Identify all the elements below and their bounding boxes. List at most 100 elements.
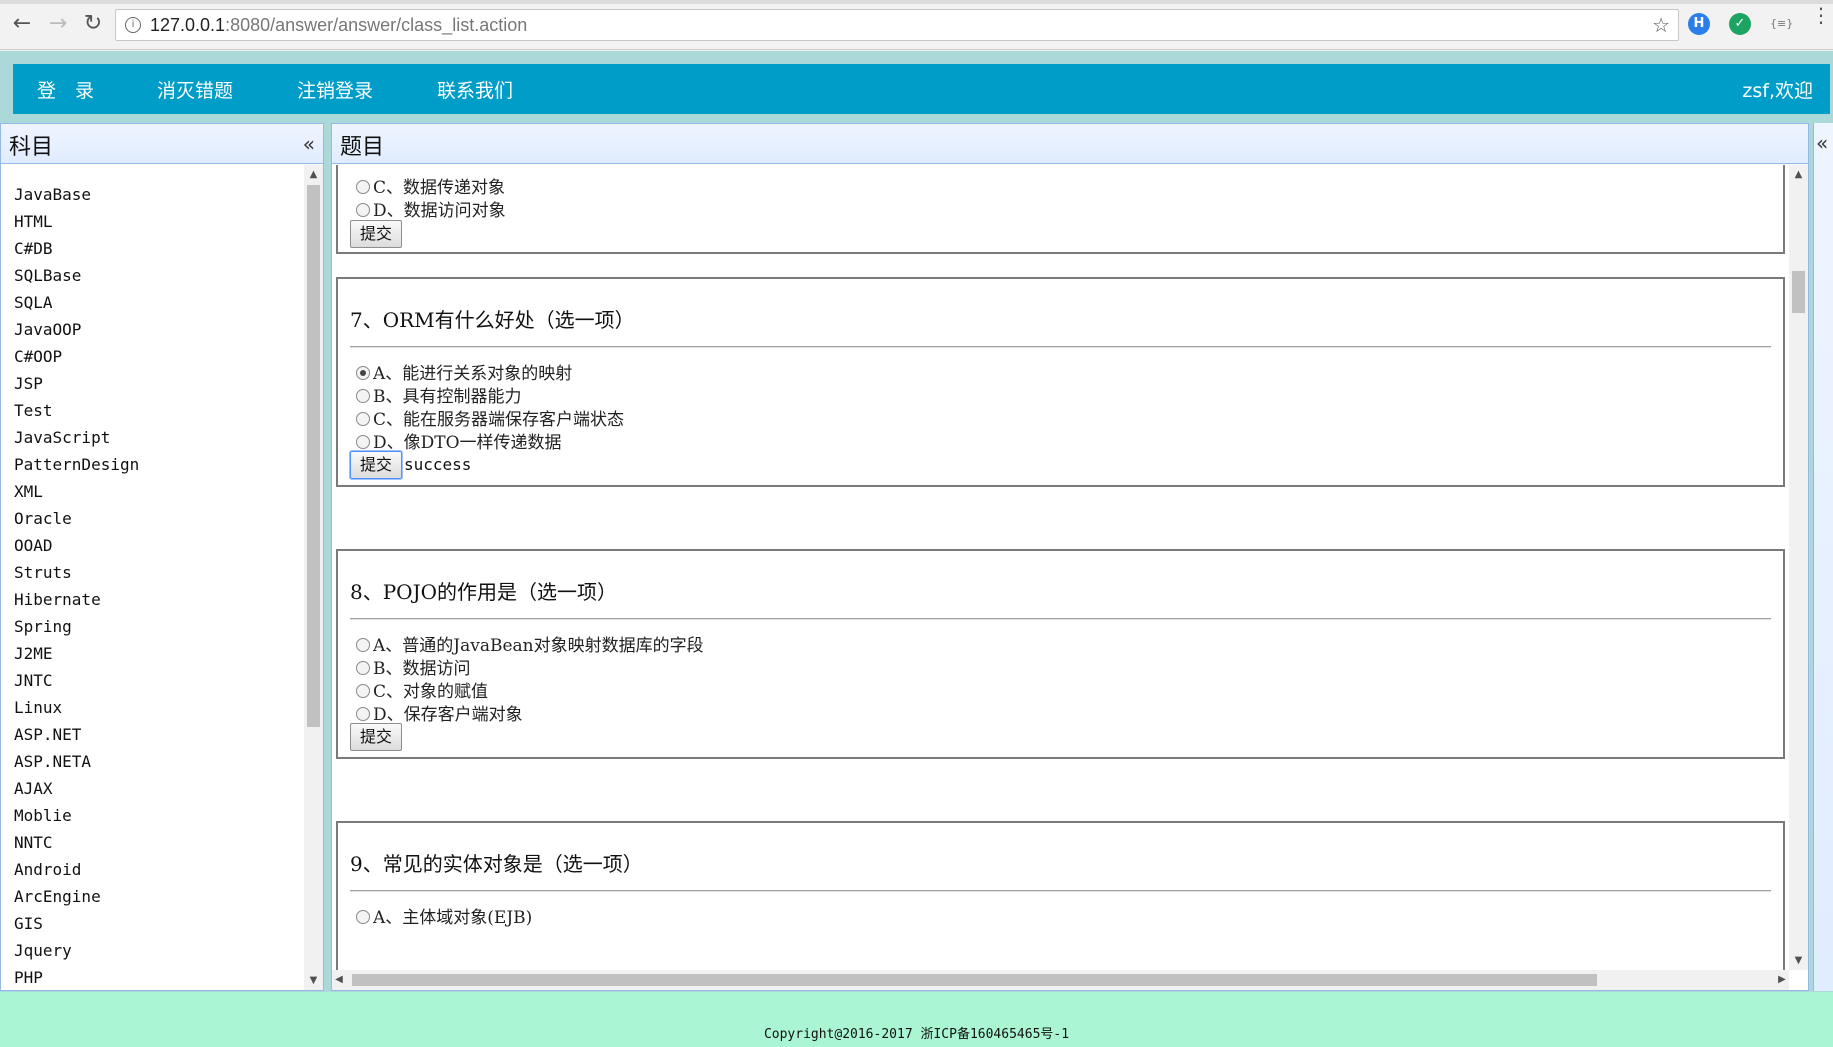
question-list: C、数据传递对象 D、数据访问对象 提交 7、ORM有什么好处（选一项） A、能… (332, 165, 1789, 970)
h-extension-icon[interactable]: H (1688, 13, 1710, 35)
question-divider (350, 346, 1771, 348)
subject-item[interactable]: XML (1, 478, 301, 505)
radio-button[interactable] (356, 366, 370, 380)
nav-login[interactable]: 登 录 (37, 76, 94, 103)
subject-scrollbar[interactable]: ▲ ▼ (304, 165, 323, 990)
submit-button[interactable]: 提交 (350, 451, 402, 479)
radio-button[interactable] (356, 661, 370, 675)
question-scrollbar[interactable]: ▲ ▼ (1789, 165, 1808, 970)
top-nav-bar: 登 录 消灭错题 注销登录 联系我们 zsf,欢迎 (13, 64, 1830, 114)
option-row[interactable]: B、数据访问 (356, 654, 471, 679)
subject-item[interactable]: Android (1, 856, 301, 883)
browser-menu-icon[interactable]: ⋮ (1811, 5, 1831, 25)
option-row[interactable]: A、能进行关系对象的映射 (356, 359, 572, 384)
subject-item[interactable]: ArcEngine (1, 883, 301, 910)
address-bar[interactable]: i 127.0.0.1:8080/answer/answer/class_lis… (115, 9, 1679, 41)
submit-button[interactable]: 提交 (350, 220, 402, 248)
option-row[interactable]: A、主体域对象(EJB) (356, 903, 532, 928)
radio-button[interactable] (356, 707, 370, 721)
option-row[interactable]: D、数据访问对象 (356, 196, 506, 221)
subject-item[interactable]: Hibernate (1, 586, 301, 613)
url-text[interactable]: 127.0.0.1:8080/answer/answer/class_list.… (150, 15, 527, 36)
subject-item[interactable]: Moblie (1, 802, 301, 829)
collapse-left-icon[interactable]: « (303, 132, 315, 156)
subject-item[interactable]: ASP.NET (1, 721, 301, 748)
question-card: 8、POJO的作用是（选一项） A、普通的JavaBean对象映射数据库的字段 … (336, 549, 1785, 759)
option-row[interactable]: B、具有控制器能力 (356, 382, 522, 407)
question-card: 7、ORM有什么好处（选一项） A、能进行关系对象的映射 B、具有控制器能力 C… (336, 277, 1785, 487)
option-row[interactable]: A、普通的JavaBean对象映射数据库的字段 (356, 631, 704, 656)
subject-item[interactable]: JNTC (1, 667, 301, 694)
nav-contact[interactable]: 联系我们 (437, 76, 513, 103)
radio-button[interactable] (356, 203, 370, 217)
subject-item[interactable]: AJAX (1, 775, 301, 802)
option-row[interactable]: C、数据传递对象 (356, 173, 505, 198)
option-row[interactable]: D、像DTO一样传递数据 (356, 428, 562, 453)
subject-item[interactable]: GIS (1, 910, 301, 937)
scroll-left-icon[interactable]: ◀ (332, 974, 346, 985)
subject-item[interactable]: HTML (1, 208, 301, 235)
option-row[interactable]: D、保存客户端对象 (356, 700, 523, 725)
scroll-up-icon[interactable]: ▲ (305, 169, 322, 180)
question-panel: 题目 C、数据传递对象 D、数据访问对象 提交 7、ORM有什么好处（选一项） … (331, 123, 1809, 991)
subject-item[interactable]: NNTC (1, 829, 301, 856)
subject-item[interactable]: Linux (1, 694, 301, 721)
collapse-right-icon[interactable]: « (1816, 131, 1828, 155)
option-row[interactable]: C、对象的赋值 (356, 677, 488, 702)
subject-item[interactable]: PatternDesign (1, 451, 301, 478)
subject-item[interactable]: Test (1, 397, 301, 424)
scroll-down-icon[interactable]: ▼ (305, 975, 322, 986)
subject-scroll-thumb[interactable] (307, 185, 320, 727)
url-host: 127.0.0.1 (150, 15, 226, 35)
scroll-up-icon[interactable]: ▲ (1790, 169, 1807, 180)
forward-button[interactable]: → (44, 10, 72, 38)
submit-button[interactable]: 提交 (350, 723, 402, 751)
info-icon[interactable]: i (125, 17, 141, 33)
subject-item[interactable]: C#OOP (1, 343, 301, 370)
subject-item[interactable]: JSP (1, 370, 301, 397)
subject-panel-title: 科目 (9, 135, 54, 160)
subject-item[interactable]: JavaScript (1, 424, 301, 451)
subject-item[interactable]: OOAD (1, 532, 301, 559)
json-extension-icon[interactable]: {≡} (1770, 13, 1793, 35)
radio-button[interactable] (356, 412, 370, 426)
subject-item[interactable]: SQLBase (1, 262, 301, 289)
nav-eliminate-wrong[interactable]: 消灭错题 (157, 76, 233, 103)
bookmark-star-icon[interactable]: ☆ (1652, 13, 1670, 37)
subject-item[interactable]: Struts (1, 559, 301, 586)
scroll-right-icon[interactable]: ▶ (1775, 974, 1789, 985)
subject-item[interactable]: Spring (1, 613, 301, 640)
subject-item[interactable]: JavaBase (1, 181, 301, 208)
shield-extension-icon[interactable]: ✓ (1729, 13, 1751, 35)
subject-item[interactable]: PHP (1, 964, 301, 990)
subject-item[interactable]: ASP.NETA (1, 748, 301, 775)
question-scroll-thumb[interactable] (1792, 271, 1805, 313)
radio-button[interactable] (356, 684, 370, 698)
option-row[interactable]: C、能在服务器端保存客户端状态 (356, 405, 625, 430)
tab-strip[interactable] (0, 0, 1833, 4)
subject-panel-header: 科目 « (1, 124, 323, 164)
radio-button[interactable] (356, 389, 370, 403)
subject-item[interactable]: Jquery (1, 937, 301, 964)
radio-button[interactable] (356, 910, 370, 924)
scroll-down-icon[interactable]: ▼ (1790, 955, 1807, 966)
option-label: B、数据访问 (373, 659, 471, 679)
radio-button[interactable] (356, 180, 370, 194)
reload-button[interactable]: ↻ (79, 10, 107, 38)
option-label: C、能在服务器端保存客户端状态 (373, 410, 625, 430)
question-hscroll-thumb[interactable] (352, 974, 1597, 986)
subject-item[interactable]: C#DB (1, 235, 301, 262)
question-card: C、数据传递对象 D、数据访问对象 提交 (336, 165, 1785, 254)
subject-item[interactable]: SQLA (1, 289, 301, 316)
radio-button[interactable] (356, 638, 370, 652)
subject-item[interactable]: Oracle (1, 505, 301, 532)
page: 登 录 消灭错题 注销登录 联系我们 zsf,欢迎 科目 « JavaBase H… (0, 51, 1833, 1047)
radio-button[interactable] (356, 435, 370, 449)
copyright-text: Copyright@2016-2017 浙ICP备160465465号-1 (763, 1027, 1070, 1042)
subject-item[interactable]: J2ME (1, 640, 301, 667)
question-hscrollbar[interactable]: ◀ ▶ (332, 970, 1789, 990)
subject-item[interactable]: JavaOOP (1, 316, 301, 343)
welcome-text: zsf,欢迎 (1742, 80, 1813, 102)
nav-logout[interactable]: 注销登录 (297, 76, 373, 103)
back-button[interactable]: ← (8, 10, 36, 38)
